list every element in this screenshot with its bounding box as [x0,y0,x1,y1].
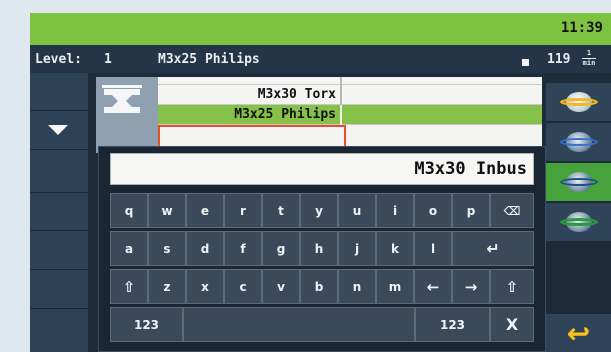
cursor-right-key[interactable]: → [452,269,490,304]
speed-unit-numerator: 1 [582,49,596,59]
cursor-left-key[interactable]: ← [414,269,452,304]
list-icon-box [96,77,158,153]
arrow-down-icon[interactable] [48,125,68,135]
key-z[interactable]: z [148,269,186,304]
sidebar-slot [30,271,88,309]
key-x[interactable]: x [186,269,224,304]
sphere-blue-ring-icon [559,132,598,152]
list-row-name: M3x25 Philips [234,107,336,122]
program-rows: M3x30 Torx M3x25 Philips [158,77,542,153]
shift-key-right[interactable]: ⇧ [490,269,534,304]
device-screen: 11:39 Level: 1 M3x25 Philips 119 1 min M… [30,13,611,352]
key-a[interactable]: a [110,231,148,266]
sidebar-slot [30,310,88,348]
sphere-button-active[interactable] [546,163,611,201]
back-arrow-icon: ↩ [566,316,591,350]
speed-unit-denominator: min [582,59,596,67]
sphere-active-icon [559,172,598,192]
close-keyboard-key[interactable]: X [490,307,534,342]
key-s[interactable]: s [148,231,186,266]
left-sidebar [30,73,88,352]
status-bar: Level: 1 M3x25 Philips 119 1 min [30,45,611,73]
key-j[interactable]: j [338,231,376,266]
shift-key-left[interactable]: ⇧ [110,269,148,304]
sidebar-slot [30,73,88,111]
key-n[interactable]: n [338,269,376,304]
key-u[interactable]: u [338,193,376,228]
key-e[interactable]: e [186,193,224,228]
list-row [158,77,542,85]
key-d[interactable]: d [186,231,224,266]
sphere-button-2[interactable] [546,123,611,161]
enter-key[interactable]: ↵ [452,231,534,266]
key-y[interactable]: y [300,193,338,228]
key-k[interactable]: k [376,231,414,266]
back-button[interactable]: ↩ [546,314,611,352]
key-p[interactable]: p [452,193,490,228]
list-row-name: M3x30 Torx [257,87,336,102]
key-g[interactable]: g [262,231,300,266]
speed-unit: 1 min [582,49,596,68]
sphere-button-4[interactable] [546,203,611,241]
list-row-selected[interactable]: M3x25 Philips [158,105,542,125]
current-program: M3x25 Philips [158,52,260,67]
key-l[interactable]: l [414,231,452,266]
rotate-sphere-icon [559,92,598,112]
sidebar-slot [30,232,88,270]
sphere-green-ring-icon [559,212,598,232]
speed-value: 119 [547,52,571,67]
list-row[interactable]: M3x30 Torx [158,85,542,105]
key-w[interactable]: w [148,193,186,228]
key-m[interactable]: m [376,269,414,304]
key-t[interactable]: t [262,193,300,228]
key-v[interactable]: v [262,269,300,304]
numeric-mode-key-left[interactable]: 123 [110,307,183,342]
key-c[interactable]: c [224,269,262,304]
on-screen-keyboard: M3x30 Inbus q w e r t y u i o p ⌫ a s d … [98,146,546,352]
program-list: M3x30 Torx M3x25 Philips [96,77,542,153]
name-input[interactable]: M3x30 Inbus [110,153,534,185]
name-input-value: M3x30 Inbus [414,159,527,179]
key-f[interactable]: f [224,231,262,266]
key-b[interactable]: b [300,269,338,304]
screw-joint-icon [102,85,142,113]
key-r[interactable]: r [224,193,262,228]
rotate-button[interactable] [546,83,611,121]
numeric-mode-key-right[interactable]: 123 [415,307,490,342]
scroll-down-button[interactable] [30,151,88,193]
backspace-key[interactable]: ⌫ [490,193,534,228]
status-indicator [522,59,529,66]
key-o[interactable]: o [414,193,452,228]
right-sidebar: ↩ [546,83,611,352]
space-key[interactable] [183,307,415,342]
clock: 11:39 [560,20,603,36]
key-h[interactable]: h [300,231,338,266]
top-bar: 11:39 [30,13,611,45]
level-label: Level: [35,52,82,67]
key-q[interactable]: q [110,193,148,228]
key-i[interactable]: i [376,193,414,228]
level-value: 1 [104,52,112,67]
sidebar-slot [30,193,88,231]
